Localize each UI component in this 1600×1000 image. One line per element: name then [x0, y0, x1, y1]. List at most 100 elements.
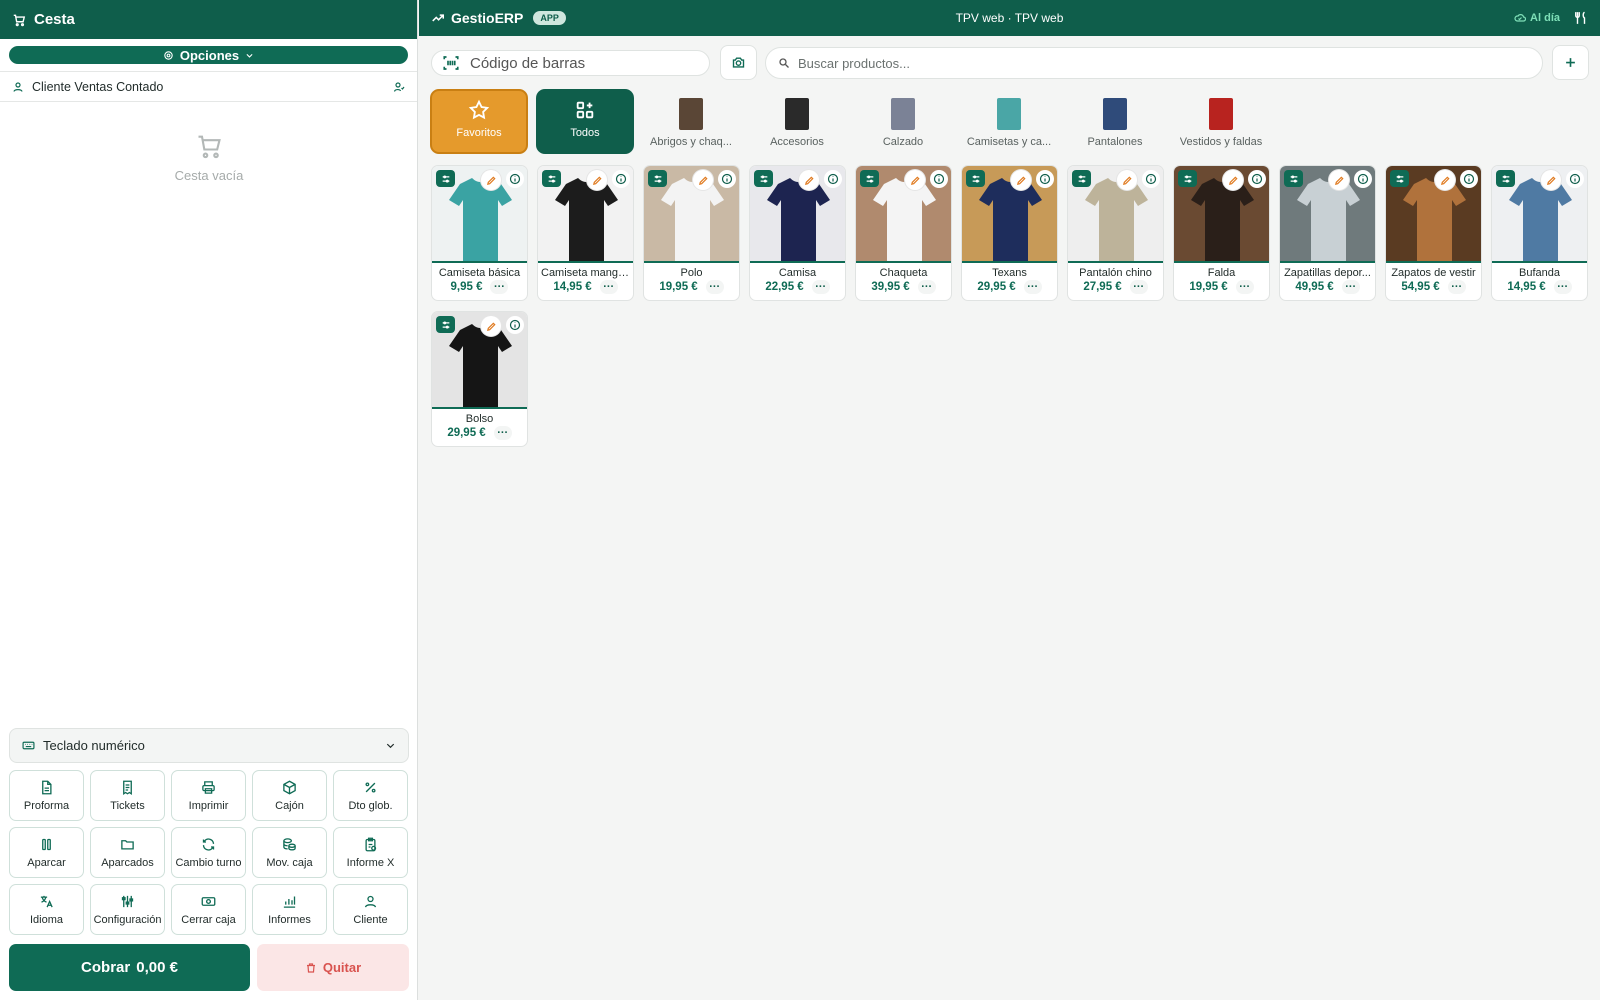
category-camisetas-y-ca[interactable]: Camisetas y ca... — [960, 89, 1058, 154]
category-accesorios[interactable]: Accesorios — [748, 89, 846, 154]
variants-icon[interactable] — [542, 170, 561, 187]
action-dto-glob--button[interactable]: Dto glob. — [333, 770, 408, 821]
action-informe-x-button[interactable]: Informe X — [333, 827, 408, 878]
more-options-icon[interactable]: ··· — [1235, 280, 1254, 294]
more-options-icon[interactable]: ··· — [493, 426, 512, 440]
more-options-icon[interactable]: ··· — [1553, 280, 1572, 294]
variants-icon[interactable] — [436, 170, 455, 187]
variants-icon[interactable] — [754, 170, 773, 187]
info-icon[interactable] — [1460, 170, 1478, 188]
variants-icon[interactable] — [1390, 170, 1409, 187]
product-card[interactable]: Pantalón chino 27,95 € ··· — [1067, 165, 1164, 301]
info-icon[interactable] — [930, 170, 948, 188]
info-icon[interactable] — [506, 170, 524, 188]
category-calzado[interactable]: Calzado — [854, 89, 952, 154]
info-icon[interactable] — [612, 170, 630, 188]
more-options-icon[interactable]: ··· — [1129, 280, 1148, 294]
info-icon[interactable] — [1036, 170, 1054, 188]
action-idioma-button[interactable]: Idioma — [9, 884, 84, 935]
terminal-title: TPV web · TPV web — [955, 11, 1064, 25]
action-aparcados-button[interactable]: Aparcados — [90, 827, 165, 878]
category-pantalones[interactable]: Pantalones — [1066, 89, 1164, 154]
product-card[interactable]: Camiseta básica 9,95 € ··· — [431, 165, 528, 301]
barcode-input[interactable]: Código de barras — [431, 50, 710, 76]
action-mov-caja-button[interactable]: Mov. caja — [252, 827, 327, 878]
edit-pencil-icon[interactable] — [693, 170, 713, 190]
info-icon[interactable] — [1354, 170, 1372, 188]
variants-icon[interactable] — [648, 170, 667, 187]
action-tickets-button[interactable]: Tickets — [90, 770, 165, 821]
more-options-icon[interactable]: ··· — [1447, 280, 1466, 294]
product-card[interactable]: Camiseta manga... 14,95 € ··· — [537, 165, 634, 301]
product-card[interactable]: Polo 19,95 € ··· — [643, 165, 740, 301]
product-card[interactable]: Falda 19,95 € ··· — [1173, 165, 1270, 301]
variants-icon[interactable] — [860, 170, 879, 187]
info-icon[interactable] — [1142, 170, 1160, 188]
edit-pencil-icon[interactable] — [1435, 170, 1455, 190]
checkout-button[interactable]: Cobrar 0,00 € — [9, 944, 250, 991]
product-card[interactable]: Zapatillas depor... 49,95 € ··· — [1279, 165, 1376, 301]
product-image — [856, 166, 951, 263]
edit-pencil-icon[interactable] — [1329, 170, 1349, 190]
info-icon[interactable] — [824, 170, 842, 188]
customer-selector[interactable]: Cliente Ventas Contado — [0, 71, 417, 102]
info-icon[interactable] — [1566, 170, 1584, 188]
more-options-icon[interactable]: ··· — [705, 280, 724, 294]
variants-icon[interactable] — [1072, 170, 1091, 187]
action-proforma-button[interactable]: Proforma — [9, 770, 84, 821]
variants-icon[interactable] — [436, 316, 455, 333]
variants-icon[interactable] — [966, 170, 985, 187]
edit-pencil-icon[interactable] — [1223, 170, 1243, 190]
action-label: Aparcados — [101, 856, 154, 869]
action-aparcar-button[interactable]: Aparcar — [9, 827, 84, 878]
action-cambio-turno-button[interactable]: Cambio turno — [171, 827, 246, 878]
more-options-icon[interactable]: ··· — [811, 280, 830, 294]
action-configuración-button[interactable]: Configuración — [90, 884, 165, 935]
edit-pencil-icon[interactable] — [799, 170, 819, 190]
more-options-icon[interactable]: ··· — [1023, 280, 1042, 294]
edit-pencil-icon[interactable] — [587, 170, 607, 190]
category-abrigos-y-chaq[interactable]: Abrigos y chaq... — [642, 89, 740, 154]
edit-pencil-icon[interactable] — [481, 316, 501, 336]
edit-pencil-icon[interactable] — [1011, 170, 1031, 190]
checkout-total: 0,00 € — [136, 959, 178, 976]
more-options-icon[interactable]: ··· — [490, 280, 509, 294]
more-options-icon[interactable]: ··· — [917, 280, 936, 294]
more-options-icon[interactable]: ··· — [1341, 280, 1360, 294]
camera-button[interactable] — [720, 45, 757, 80]
utensils-icon[interactable] — [1574, 10, 1588, 26]
category-todos[interactable]: Todos — [536, 89, 634, 154]
edit-pencil-icon[interactable] — [1117, 170, 1137, 190]
add-product-button[interactable] — [1552, 45, 1589, 80]
action-informes-button[interactable]: Informes — [252, 884, 327, 935]
info-icon[interactable] — [506, 316, 524, 334]
options-button[interactable]: Opciones — [9, 46, 408, 64]
variants-icon[interactable] — [1178, 170, 1197, 187]
category-favoritos[interactable]: Favoritos — [430, 89, 528, 154]
search-input[interactable] — [798, 55, 1530, 71]
product-card[interactable]: Bolso 29,95 € ··· — [431, 311, 528, 447]
action-cliente-button[interactable]: Cliente — [333, 884, 408, 935]
more-options-icon[interactable]: ··· — [599, 280, 618, 294]
user-icon — [363, 894, 378, 909]
edit-pencil-icon[interactable] — [481, 170, 501, 190]
variants-icon[interactable] — [1496, 170, 1515, 187]
edit-pencil-icon[interactable] — [1541, 170, 1561, 190]
action-cajón-button[interactable]: Cajón — [252, 770, 327, 821]
remove-button[interactable]: Quitar — [257, 944, 409, 991]
product-card[interactable]: Zapatos de vestir 54,95 € ··· — [1385, 165, 1482, 301]
info-icon[interactable] — [1248, 170, 1266, 188]
product-card[interactable]: Chaqueta 39,95 € ··· — [855, 165, 952, 301]
product-card[interactable]: Bufanda 14,95 € ··· — [1491, 165, 1588, 301]
numpad-toggle[interactable]: Teclado numérico — [9, 728, 409, 763]
variants-icon[interactable] — [1284, 170, 1303, 187]
edit-pencil-icon[interactable] — [905, 170, 925, 190]
product-search[interactable] — [765, 47, 1543, 79]
product-card[interactable]: Texans 29,95 € ··· — [961, 165, 1058, 301]
action-imprimir-button[interactable]: Imprimir — [171, 770, 246, 821]
info-icon[interactable] — [718, 170, 736, 188]
product-card[interactable]: Camisa 22,95 € ··· — [749, 165, 846, 301]
change-customer-icon[interactable] — [393, 81, 405, 93]
category-vestidos-y-faldas[interactable]: Vestidos y faldas — [1172, 89, 1270, 154]
action-cerrar-caja-button[interactable]: Cerrar caja — [171, 884, 246, 935]
